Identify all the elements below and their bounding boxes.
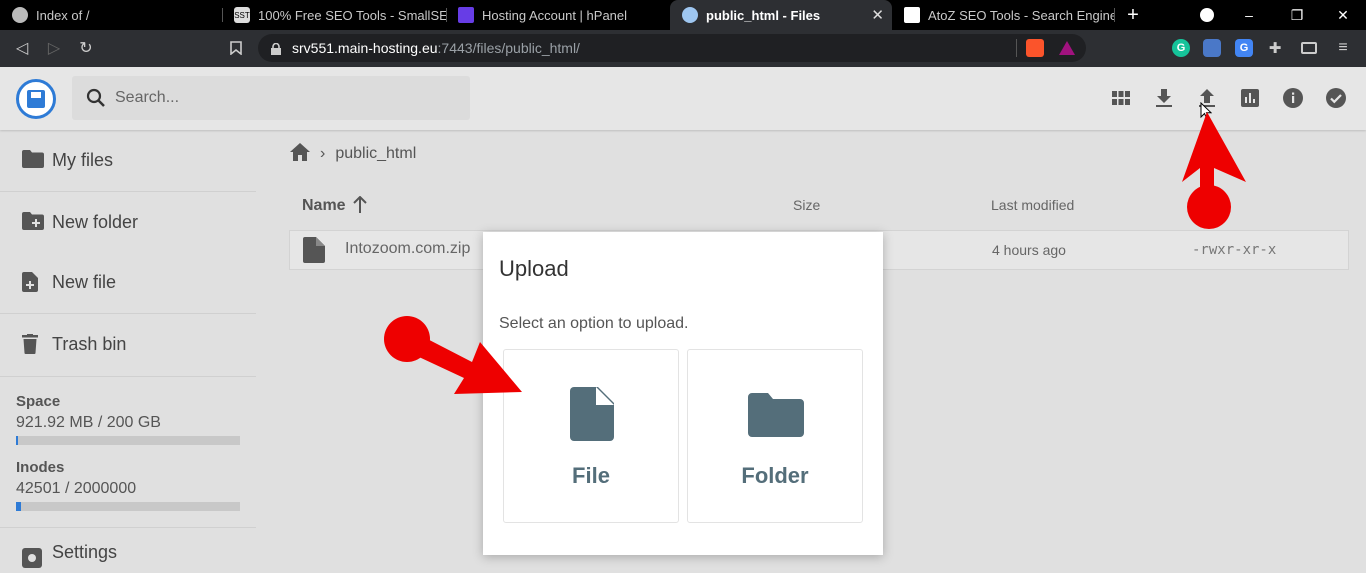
tab-smallseotools[interactable]: SST 100% Free SEO Tools - SmallSEOTo <box>222 0 446 30</box>
tab-title: Index of / <box>36 7 90 23</box>
space-usage-fill <box>16 436 19 445</box>
url-host: srv551.main-hosting.eu <box>292 40 438 56</box>
floppy-disk-icon <box>27 90 45 108</box>
tab-hpanel[interactable]: Hosting Account | hPanel <box>446 0 668 30</box>
sidebar-item-trash-bin[interactable]: Trash bin <box>0 315 256 373</box>
column-header-size[interactable]: Size <box>793 197 820 213</box>
atoz-icon <box>904 7 920 23</box>
option-label: Folder <box>741 463 809 488</box>
breadcrumb-current[interactable]: public_html <box>335 145 416 163</box>
file-modified: 4 hours ago <box>992 242 1066 258</box>
sidebar-item-label: New file <box>52 271 117 292</box>
sort-ascending-icon[interactable] <box>352 195 368 219</box>
sidebar-divider <box>0 376 256 377</box>
forward-icon[interactable]: ▷ <box>42 36 66 60</box>
new-file-icon <box>22 272 42 292</box>
tab-index[interactable]: Index of / <box>0 0 222 30</box>
browser-tab-strip: Index of / SST 100% Free SEO Tools - Sma… <box>0 0 1366 30</box>
sidebar-divider <box>0 313 256 314</box>
annotation-arrow-upload <box>1182 112 1246 229</box>
inodes-label: Inodes <box>16 459 65 476</box>
trash-icon <box>22 334 42 354</box>
tab-title: 100% Free SEO Tools - SmallSEOTo <box>258 7 446 23</box>
sidebar-item-new-folder[interactable]: New folder <box>0 193 256 251</box>
brave-shield-icon[interactable] <box>1026 39 1044 57</box>
folder-icon <box>748 393 804 442</box>
sidebar-item-new-file[interactable]: New file <box>0 253 256 311</box>
sidebar-divider <box>0 527 256 528</box>
dialog-message: Select an option to upload. <box>499 315 689 332</box>
dialog-title: Upload <box>499 256 569 281</box>
sidebar-item-label: Trash bin <box>52 333 127 354</box>
sst-icon: SST <box>234 7 250 23</box>
option-label: File <box>572 463 610 488</box>
new-tab-button[interactable]: + <box>1110 0 1156 30</box>
bookmark-icon[interactable] <box>224 36 248 60</box>
extension-account-icon[interactable] <box>1203 39 1221 57</box>
chevron-right-icon: › <box>320 145 326 162</box>
file-permissions: -rwxr-xr-x <box>1192 242 1277 258</box>
filebrowser-logo[interactable] <box>16 79 56 119</box>
sidebar-item-label: Settings <box>52 541 118 562</box>
space-label: Space <box>16 393 61 410</box>
grammarly-icon[interactable]: G <box>1172 39 1190 57</box>
column-header-name[interactable]: Name <box>302 197 346 215</box>
space-value: 921.92 MB / 200 GB <box>16 414 161 431</box>
minimize-icon[interactable]: – <box>1226 0 1272 30</box>
url-path: :7443/files/public_html/ <box>437 40 580 56</box>
tab-public-html[interactable]: public_html - Files ✕ <box>670 0 892 30</box>
column-header-modified[interactable]: Last modified <box>991 197 1074 213</box>
sidebar-item-label: My files <box>52 149 114 170</box>
settings-icon <box>22 548 42 568</box>
inodes-usage-bar <box>16 502 240 511</box>
tab-search-icon[interactable] <box>1184 0 1230 30</box>
tab-atoz[interactable]: AtoZ SEO Tools - Search Engine Op <box>892 0 1114 30</box>
tab-title: Hosting Account | hPanel <box>482 7 628 23</box>
download-icon[interactable] <box>1152 86 1176 110</box>
stats-icon[interactable] <box>1238 86 1262 110</box>
back-icon[interactable]: ◁ <box>10 36 34 60</box>
sidebar-item-settings[interactable]: Settings <box>0 532 256 572</box>
extensions-puzzle-icon[interactable]: ✚ <box>1266 39 1284 57</box>
folder-icon <box>22 150 44 170</box>
tab-title: AtoZ SEO Tools - Search Engine Op <box>928 7 1114 23</box>
upload-file-option[interactable]: File <box>503 349 679 523</box>
google-translate-icon[interactable]: G <box>1235 39 1253 57</box>
upload-dialog: Upload Select an option to upload. File … <box>483 232 883 555</box>
close-tab-icon[interactable]: ✕ <box>871 6 884 24</box>
tab-title: public_html - Files <box>706 7 821 23</box>
select-check-icon[interactable] <box>1324 86 1348 110</box>
brave-rewards-icon[interactable] <box>1058 39 1076 57</box>
file-name[interactable]: Intozoom.com.zip <box>345 240 470 258</box>
globe-icon <box>12 7 28 23</box>
search-placeholder: Search... <box>115 89 180 106</box>
upload-folder-option[interactable]: Folder <box>687 349 863 523</box>
search-icon <box>86 88 106 108</box>
space-usage-bar <box>16 436 240 445</box>
lock-icon <box>271 42 281 55</box>
file-icon <box>303 237 325 268</box>
info-icon[interactable] <box>1281 86 1305 110</box>
url-divider <box>1016 39 1017 57</box>
reload-icon[interactable]: ↻ <box>74 36 98 60</box>
filebrowser-icon <box>682 7 698 23</box>
restore-icon[interactable]: ❐ <box>1274 0 1320 30</box>
wallet-icon[interactable] <box>1300 39 1318 57</box>
breadcrumb: › public_html <box>290 142 416 166</box>
url-text[interactable]: srv551.main-hosting.eu:7443/files/public… <box>292 40 580 56</box>
file-icon <box>570 387 614 446</box>
close-window-icon[interactable]: ✕ <box>1320 0 1366 30</box>
new-folder-icon <box>22 212 44 232</box>
home-icon[interactable] <box>290 142 310 166</box>
sidebar-item-my-files[interactable]: My files <box>0 131 256 189</box>
grid-view-icon[interactable] <box>1109 86 1133 110</box>
hostinger-icon <box>458 7 474 23</box>
browser-menu-icon[interactable]: ≡ <box>1334 39 1352 57</box>
inodes-usage-fill <box>16 502 21 511</box>
inodes-value: 42501 / 2000000 <box>16 480 137 497</box>
mouse-cursor-icon <box>1200 101 1213 125</box>
sidebar-divider <box>0 191 256 192</box>
sidebar-item-label: New folder <box>52 211 139 232</box>
